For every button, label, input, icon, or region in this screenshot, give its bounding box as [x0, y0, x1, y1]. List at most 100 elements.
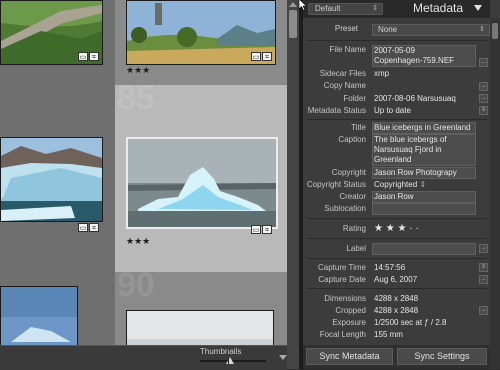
grid-cell[interactable] — [0, 272, 115, 345]
caption-line1: The blue icebergs of — [374, 135, 447, 144]
divider — [307, 238, 487, 239]
creator-value: Jason Row — [374, 192, 414, 201]
divider — [307, 288, 487, 289]
grid-cell[interactable]: ▭ ⌗ — [0, 85, 115, 272]
sublocation-field[interactable] — [372, 203, 476, 215]
star-rating: ★★★ — [126, 65, 151, 75]
field-label: Caption — [338, 135, 366, 144]
folder-value: 2007-08-06 Narsusuaq — [374, 94, 456, 103]
divider — [307, 258, 487, 259]
panel-title: Metadata — [413, 1, 464, 15]
sync-metadata-button[interactable]: Sync Metadata — [306, 348, 393, 365]
copy-name-arrow-icon[interactable]: → — [479, 82, 488, 91]
photo-thumbnail-selected[interactable] — [126, 137, 278, 229]
scrollbar-thumb[interactable] — [289, 10, 297, 38]
field-label: Copyright — [331, 168, 366, 177]
sidecar-value: xmp — [374, 69, 390, 78]
cell-index: 90 — [117, 266, 155, 304]
panel-footer: Sync Metadata Sync Settings — [303, 345, 490, 369]
cursor-icon — [298, 0, 308, 11]
star-rating: ★★★ — [126, 236, 151, 246]
field-label: Metadata Status — [307, 106, 366, 115]
thumb-badges: ▭ ⌗ — [251, 225, 272, 234]
toolbar-menu-icon[interactable] — [279, 355, 287, 360]
panel-scrollbar-thumb[interactable] — [492, 23, 498, 39]
preset-row: Preset None ⇕ — [303, 24, 490, 36]
rating-stars[interactable]: ★ ★ ★ · · — [374, 224, 474, 234]
sync-settings-button[interactable]: Sync Settings — [397, 348, 487, 365]
photo-thumbnail[interactable] — [0, 137, 103, 222]
metadata-fields: File Name 2007-05-09 Copenhagen-759.NEF … — [303, 40, 490, 340]
field-label: Capture Date — [318, 275, 366, 284]
field-label: Label — [346, 244, 366, 253]
collapse-triangle-icon[interactable] — [474, 5, 482, 11]
crop-badge-icon: ⌗ — [89, 52, 99, 61]
file-name-line2: Copenhagen-759.NEF — [374, 56, 455, 65]
field-label: Rating — [342, 224, 366, 233]
copyright-value: Jason Row Photograpy — [374, 168, 457, 177]
preset-select[interactable]: None ⇕ — [372, 24, 490, 36]
preset-name: Default — [315, 4, 341, 13]
label-field[interactable] — [372, 243, 476, 255]
divider — [307, 119, 487, 120]
field-label: File Name — [329, 45, 366, 54]
metadata-badge-icon: ▭ — [78, 223, 88, 232]
grid-cell[interactable]: ▭ ⌗ — [0, 0, 115, 85]
preset-label: Preset — [334, 24, 358, 33]
field-label: Capture Time — [317, 263, 366, 272]
metadata-preset-dropdown[interactable]: Default ⇕ — [308, 3, 383, 15]
copyright-status-value[interactable]: Copyrighted ⇕ — [374, 180, 474, 190]
dimensions-value: 4288 x 2848 — [374, 294, 419, 303]
capture-time-value: 14:57:56 — [374, 263, 406, 272]
divider — [307, 218, 487, 219]
photo-thumbnail[interactable] — [126, 310, 274, 345]
thumb-badges: ▭ ⌗ — [251, 52, 272, 61]
field-label: Copyright Status — [306, 180, 366, 189]
field-label: Sublocation — [324, 204, 366, 213]
thumb-badges: ▭ ⌗ — [78, 223, 99, 232]
grid-scrollbar[interactable] — [287, 0, 299, 369]
grid-cell[interactable]: ▭ ⌗ ★★★ — [115, 0, 287, 85]
metadata-panel: Default ⇕ Metadata Preset None ⇕ File Na… — [298, 0, 500, 369]
panel-scrollbar[interactable] — [490, 18, 500, 369]
field-label: Sidecar Files — [319, 69, 366, 78]
copyright-status-text: Copyrighted — [374, 180, 418, 189]
label-arrow-icon[interactable]: → — [479, 244, 488, 253]
folder-arrow-icon[interactable]: → — [479, 94, 488, 103]
crop-badge-icon: ⌗ — [89, 223, 99, 232]
bottom-toolbar: Thumbnails — [0, 345, 287, 370]
photo-grid: ▭ ⌗ ▭ ⌗ ★★★ ▭ ⌗ 85 ▭ ⌗ ★★★ 90 — [0, 0, 287, 345]
file-name-line1: 2007-05-09 — [374, 46, 415, 55]
field-label: Creator — [339, 192, 366, 201]
slider-tick — [228, 358, 229, 364]
thumbnail-size-slider[interactable] — [200, 357, 266, 364]
cropped-value: 4288 x 2848 — [374, 306, 419, 315]
grid-cell[interactable]: 90 — [115, 266, 287, 345]
photo-thumbnail[interactable] — [0, 286, 78, 345]
metadata-status-value: Up to date — [374, 106, 411, 115]
field-label: Cropped — [335, 306, 366, 315]
slider-knob[interactable] — [225, 357, 234, 364]
field-label: Focal Length — [319, 330, 366, 339]
crop-badge-icon: ⌗ — [262, 225, 272, 234]
preset-value: None — [378, 25, 398, 34]
exposure-value: 1/2500 sec at ƒ / 2.8 — [374, 318, 447, 327]
grid-cell-selected[interactable]: 85 ▭ ⌗ ★★★ — [115, 79, 287, 272]
thumbnails-label: Thumbnails — [200, 347, 242, 356]
scroll-up-icon[interactable] — [289, 2, 297, 7]
cropped-arrow-icon[interactable]: → — [479, 306, 488, 315]
caption-line2: Narsusuaq Fjord in — [374, 145, 442, 154]
field-label: Dimensions — [324, 294, 366, 303]
metadata-badge-icon: ▭ — [78, 52, 88, 61]
crop-badge-icon: ⌗ — [262, 52, 272, 61]
capture-date-value: Aug 6, 2007 — [374, 275, 418, 284]
capture-time-icon[interactable]: ≡ — [479, 263, 488, 272]
metadata-badge-icon: ▭ — [251, 225, 261, 234]
panel-header: Default ⇕ Metadata — [298, 0, 490, 18]
divider — [307, 40, 487, 41]
metadata-status-icon[interactable]: ≡ — [479, 106, 488, 115]
thumb-badges: ▭ ⌗ — [78, 52, 99, 61]
capture-date-arrow-icon[interactable]: → — [479, 275, 488, 284]
file-name-action-icon[interactable]: … — [479, 58, 488, 67]
updown-arrows-icon: ⇕ — [419, 180, 427, 189]
